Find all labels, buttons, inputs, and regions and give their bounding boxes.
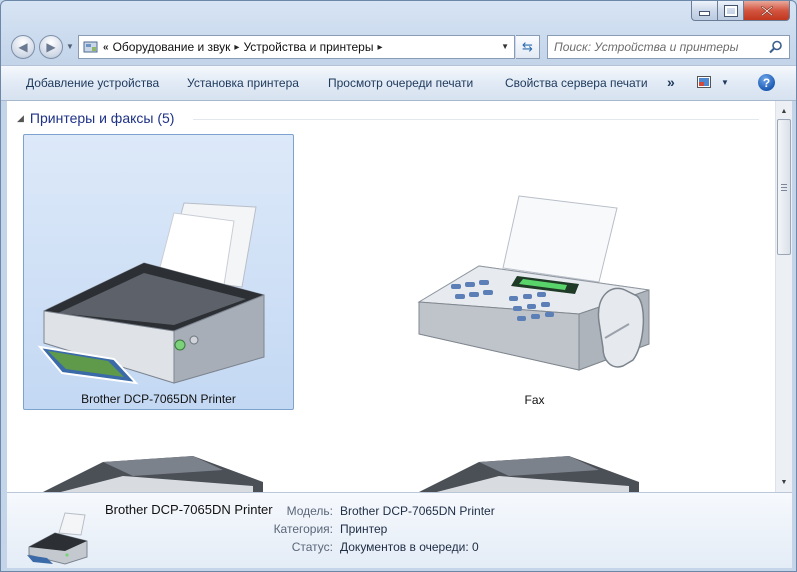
forward-button[interactable]: ▶ bbox=[39, 35, 63, 59]
printer-icon bbox=[27, 512, 88, 565]
search-input[interactable] bbox=[554, 39, 759, 55]
breadcrumb-separator[interactable]: ▸ bbox=[234, 42, 239, 53]
scrollbar-thumb[interactable] bbox=[777, 119, 791, 255]
explorer-window: ◀ ▶ ▼ « Оборудование и звук ▸ Устройства… bbox=[0, 0, 797, 572]
vertical-scrollbar[interactable]: ▲ ▼ bbox=[775, 101, 792, 492]
device-name: Brother DCP-7065DN Printer bbox=[81, 392, 236, 406]
status-label: Статус: bbox=[291, 540, 333, 554]
breadcrumb-hardware-and-sound[interactable]: Оборудование и звук bbox=[113, 40, 231, 54]
group-divider bbox=[193, 119, 759, 120]
scroll-up-arrow-icon[interactable]: ▲ bbox=[776, 103, 792, 119]
breadcrumb-overflow[interactable]: « bbox=[103, 42, 109, 53]
close-icon bbox=[760, 5, 773, 16]
maximize-button[interactable] bbox=[718, 1, 744, 21]
search-icon[interactable] bbox=[769, 40, 783, 54]
maximize-icon bbox=[723, 4, 738, 17]
device-tile-printer[interactable]: Brother DCP-7065DN Printer bbox=[23, 134, 294, 410]
help-button[interactable]: ? bbox=[758, 74, 775, 91]
selected-device-name: Brother DCP-7065DN Printer bbox=[105, 502, 273, 517]
thumb-grip bbox=[781, 190, 787, 191]
scroll-down-arrow-icon[interactable]: ▼ bbox=[776, 474, 792, 490]
breadcrumb-devices-and-printers[interactable]: Устройства и принтеры bbox=[243, 40, 373, 54]
print-server-properties-button[interactable]: Свойства сервера печати bbox=[505, 76, 648, 90]
printer-icon bbox=[43, 456, 263, 492]
category-label: Категория: bbox=[273, 522, 333, 536]
view-options-dropdown[interactable]: ▼ bbox=[721, 78, 729, 87]
model-label: Модель: bbox=[286, 504, 333, 518]
status-value: Документов в очереди: 0 bbox=[340, 540, 479, 554]
breadcrumb-separator[interactable]: ▸ bbox=[377, 42, 382, 53]
back-button[interactable]: ◀ bbox=[11, 35, 35, 59]
collapse-arrow-icon[interactable]: ◢ bbox=[17, 113, 24, 124]
printer-icon bbox=[419, 456, 639, 492]
group-title: Принтеры и факсы (5) bbox=[29, 110, 175, 126]
minimize-icon bbox=[699, 11, 710, 16]
device-tile-partial[interactable] bbox=[23, 446, 294, 492]
search-box[interactable] bbox=[547, 35, 790, 59]
thumb-grip bbox=[781, 184, 787, 185]
device-tile-partial[interactable] bbox=[399, 446, 670, 492]
back-arrow-icon: ◀ bbox=[18, 40, 28, 54]
command-bar: Добавление устройства Установка принтера… bbox=[1, 65, 796, 101]
add-device-button[interactable]: Добавление устройства bbox=[26, 76, 159, 90]
close-button[interactable] bbox=[744, 1, 790, 21]
thumb-grip bbox=[781, 187, 787, 188]
category-value: Принтер bbox=[340, 522, 388, 536]
minimize-button[interactable] bbox=[691, 1, 718, 21]
device-tile-fax[interactable]: Fax bbox=[399, 134, 670, 410]
view-print-queue-button[interactable]: Просмотр очереди печати bbox=[328, 76, 473, 90]
devices-view: ◢ Принтеры и факсы (5) Brother DCP-7065D… bbox=[7, 101, 775, 492]
forward-arrow-icon: ▶ bbox=[46, 40, 56, 54]
details-pane: Brother DCP-7065DN Printer Модель: Broth… bbox=[7, 492, 792, 568]
control-panel-icon bbox=[83, 41, 98, 53]
address-bar[interactable]: « Оборудование и звук ▸ Устройства и при… bbox=[78, 35, 515, 59]
recent-pages-dropdown[interactable]: ▼ bbox=[66, 42, 74, 51]
add-printer-button[interactable]: Установка принтера bbox=[187, 76, 299, 90]
printer-icon bbox=[37, 202, 265, 385]
help-icon: ? bbox=[762, 75, 771, 90]
change-view-icon[interactable] bbox=[697, 76, 711, 88]
fax-icon bbox=[417, 195, 650, 371]
model-value: Brother DCP-7065DN Printer bbox=[340, 504, 495, 518]
more-commands-button[interactable]: » bbox=[667, 74, 675, 90]
group-header-printers[interactable]: ◢ Принтеры и факсы (5) bbox=[17, 110, 174, 126]
device-name: Fax bbox=[524, 393, 545, 407]
navigation-bar: ◀ ▶ ▼ « Оборудование и звук ▸ Устройства… bbox=[1, 33, 796, 63]
address-dropdown-icon[interactable]: ▼ bbox=[501, 42, 509, 51]
refresh-button[interactable]: ⇆ bbox=[516, 35, 540, 59]
caption-buttons bbox=[691, 1, 790, 21]
refresh-icon: ⇆ bbox=[522, 39, 533, 54]
